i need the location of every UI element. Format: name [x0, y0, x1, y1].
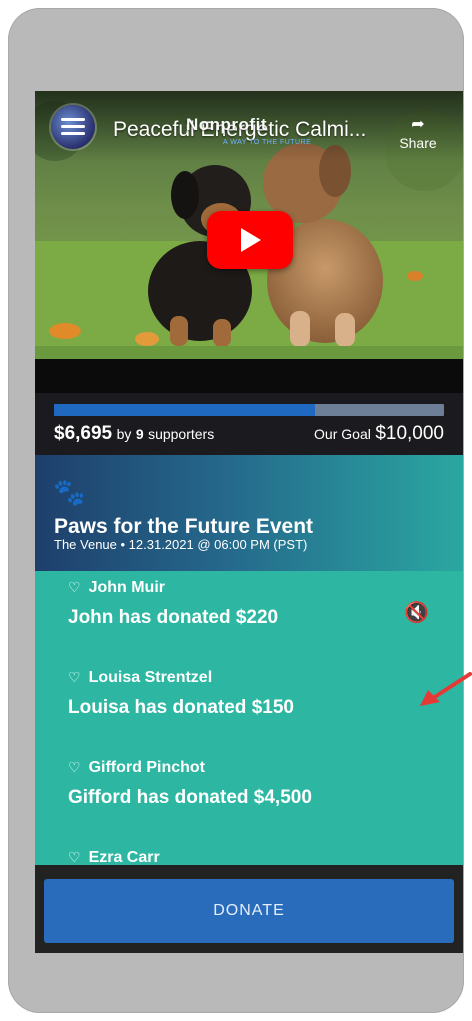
video-player[interactable]: Peaceful Energetic Calmi... Nonprofit A … — [35, 91, 463, 359]
list-item: ♡ Gifford Pinchot Gifford has donated $4,… — [68, 759, 312, 809]
donation-message: Louisa has donated $150 — [68, 697, 294, 718]
event-subtitle: The Venue • 12.31.2021 @ 06:00 PM (PST) — [54, 537, 308, 552]
brand-tagline: A WAY TO THE FUTURE — [223, 139, 312, 146]
list-item: ♡ Ezra Carr — [68, 849, 160, 865]
by-text: by — [116, 426, 132, 442]
heart-icon[interactable]: ♡ — [68, 759, 81, 775]
donate-button[interactable]: DONATE — [44, 879, 454, 943]
raised-summary: $6,695 by 9 supporters — [54, 423, 214, 445]
donor-name: Ezra Carr — [88, 849, 160, 865]
phone-screen: Peaceful Energetic Calmi... Nonprofit A … — [35, 91, 463, 953]
event-header: 🐾 Paws for the Future Event The Venue • … — [35, 455, 463, 571]
brand-watermark: Nonprofit — [186, 115, 267, 134]
donation-message: Gifford has donated $4,500 — [68, 787, 312, 808]
phone-frame: Peaceful Energetic Calmi... Nonprofit A … — [8, 8, 464, 1013]
goal-summary: Our Goal $10,000 — [314, 423, 444, 445]
mute-icon[interactable]: 🔇 — [404, 600, 429, 625]
paw-icon: 🐾 — [53, 477, 86, 507]
donation-feed[interactable]: ♡ John Muir John has donated $220 🔇 ♡ Loui… — [35, 571, 463, 865]
fundraising-progress: $6,695 by 9 supporters Our Goal $10,000 — [35, 393, 463, 455]
donate-bar: DONATE — [35, 865, 463, 953]
share-icon: ➦ — [411, 116, 425, 133]
share-label: Share — [399, 135, 437, 151]
list-item: ♡ John Muir John has donated $220 — [68, 579, 278, 629]
goal-label: Our Goal — [314, 426, 371, 442]
supporters-text: supporters — [148, 426, 215, 442]
heart-icon[interactable]: ♡ — [68, 579, 81, 595]
supporter-count: 9 — [135, 426, 144, 442]
progress-bar — [54, 404, 444, 416]
donor-name: John Muir — [88, 579, 165, 596]
raised-amount: $6,695 — [54, 423, 113, 444]
list-item: ♡ Louisa Strentzel Louisa has donated $15… — [68, 669, 294, 719]
play-icon[interactable] — [207, 211, 293, 269]
goal-amount: $10,000 — [375, 423, 444, 444]
share-button[interactable]: ➦ Share — [393, 116, 443, 152]
menu-icon — [61, 118, 85, 139]
heart-icon[interactable]: ♡ — [68, 849, 81, 865]
event-title: Paws for the Future Event — [54, 515, 314, 538]
heart-icon[interactable]: ♡ — [68, 669, 81, 685]
progress-fill — [54, 404, 316, 416]
donor-name: Louisa Strentzel — [88, 669, 213, 686]
donation-message: John has donated $220 — [68, 607, 279, 628]
donor-name: Gifford Pinchot — [88, 759, 205, 776]
channel-avatar[interactable] — [51, 105, 95, 149]
video-bottom-bar — [35, 359, 463, 393]
annotation-arrow — [420, 672, 472, 706]
